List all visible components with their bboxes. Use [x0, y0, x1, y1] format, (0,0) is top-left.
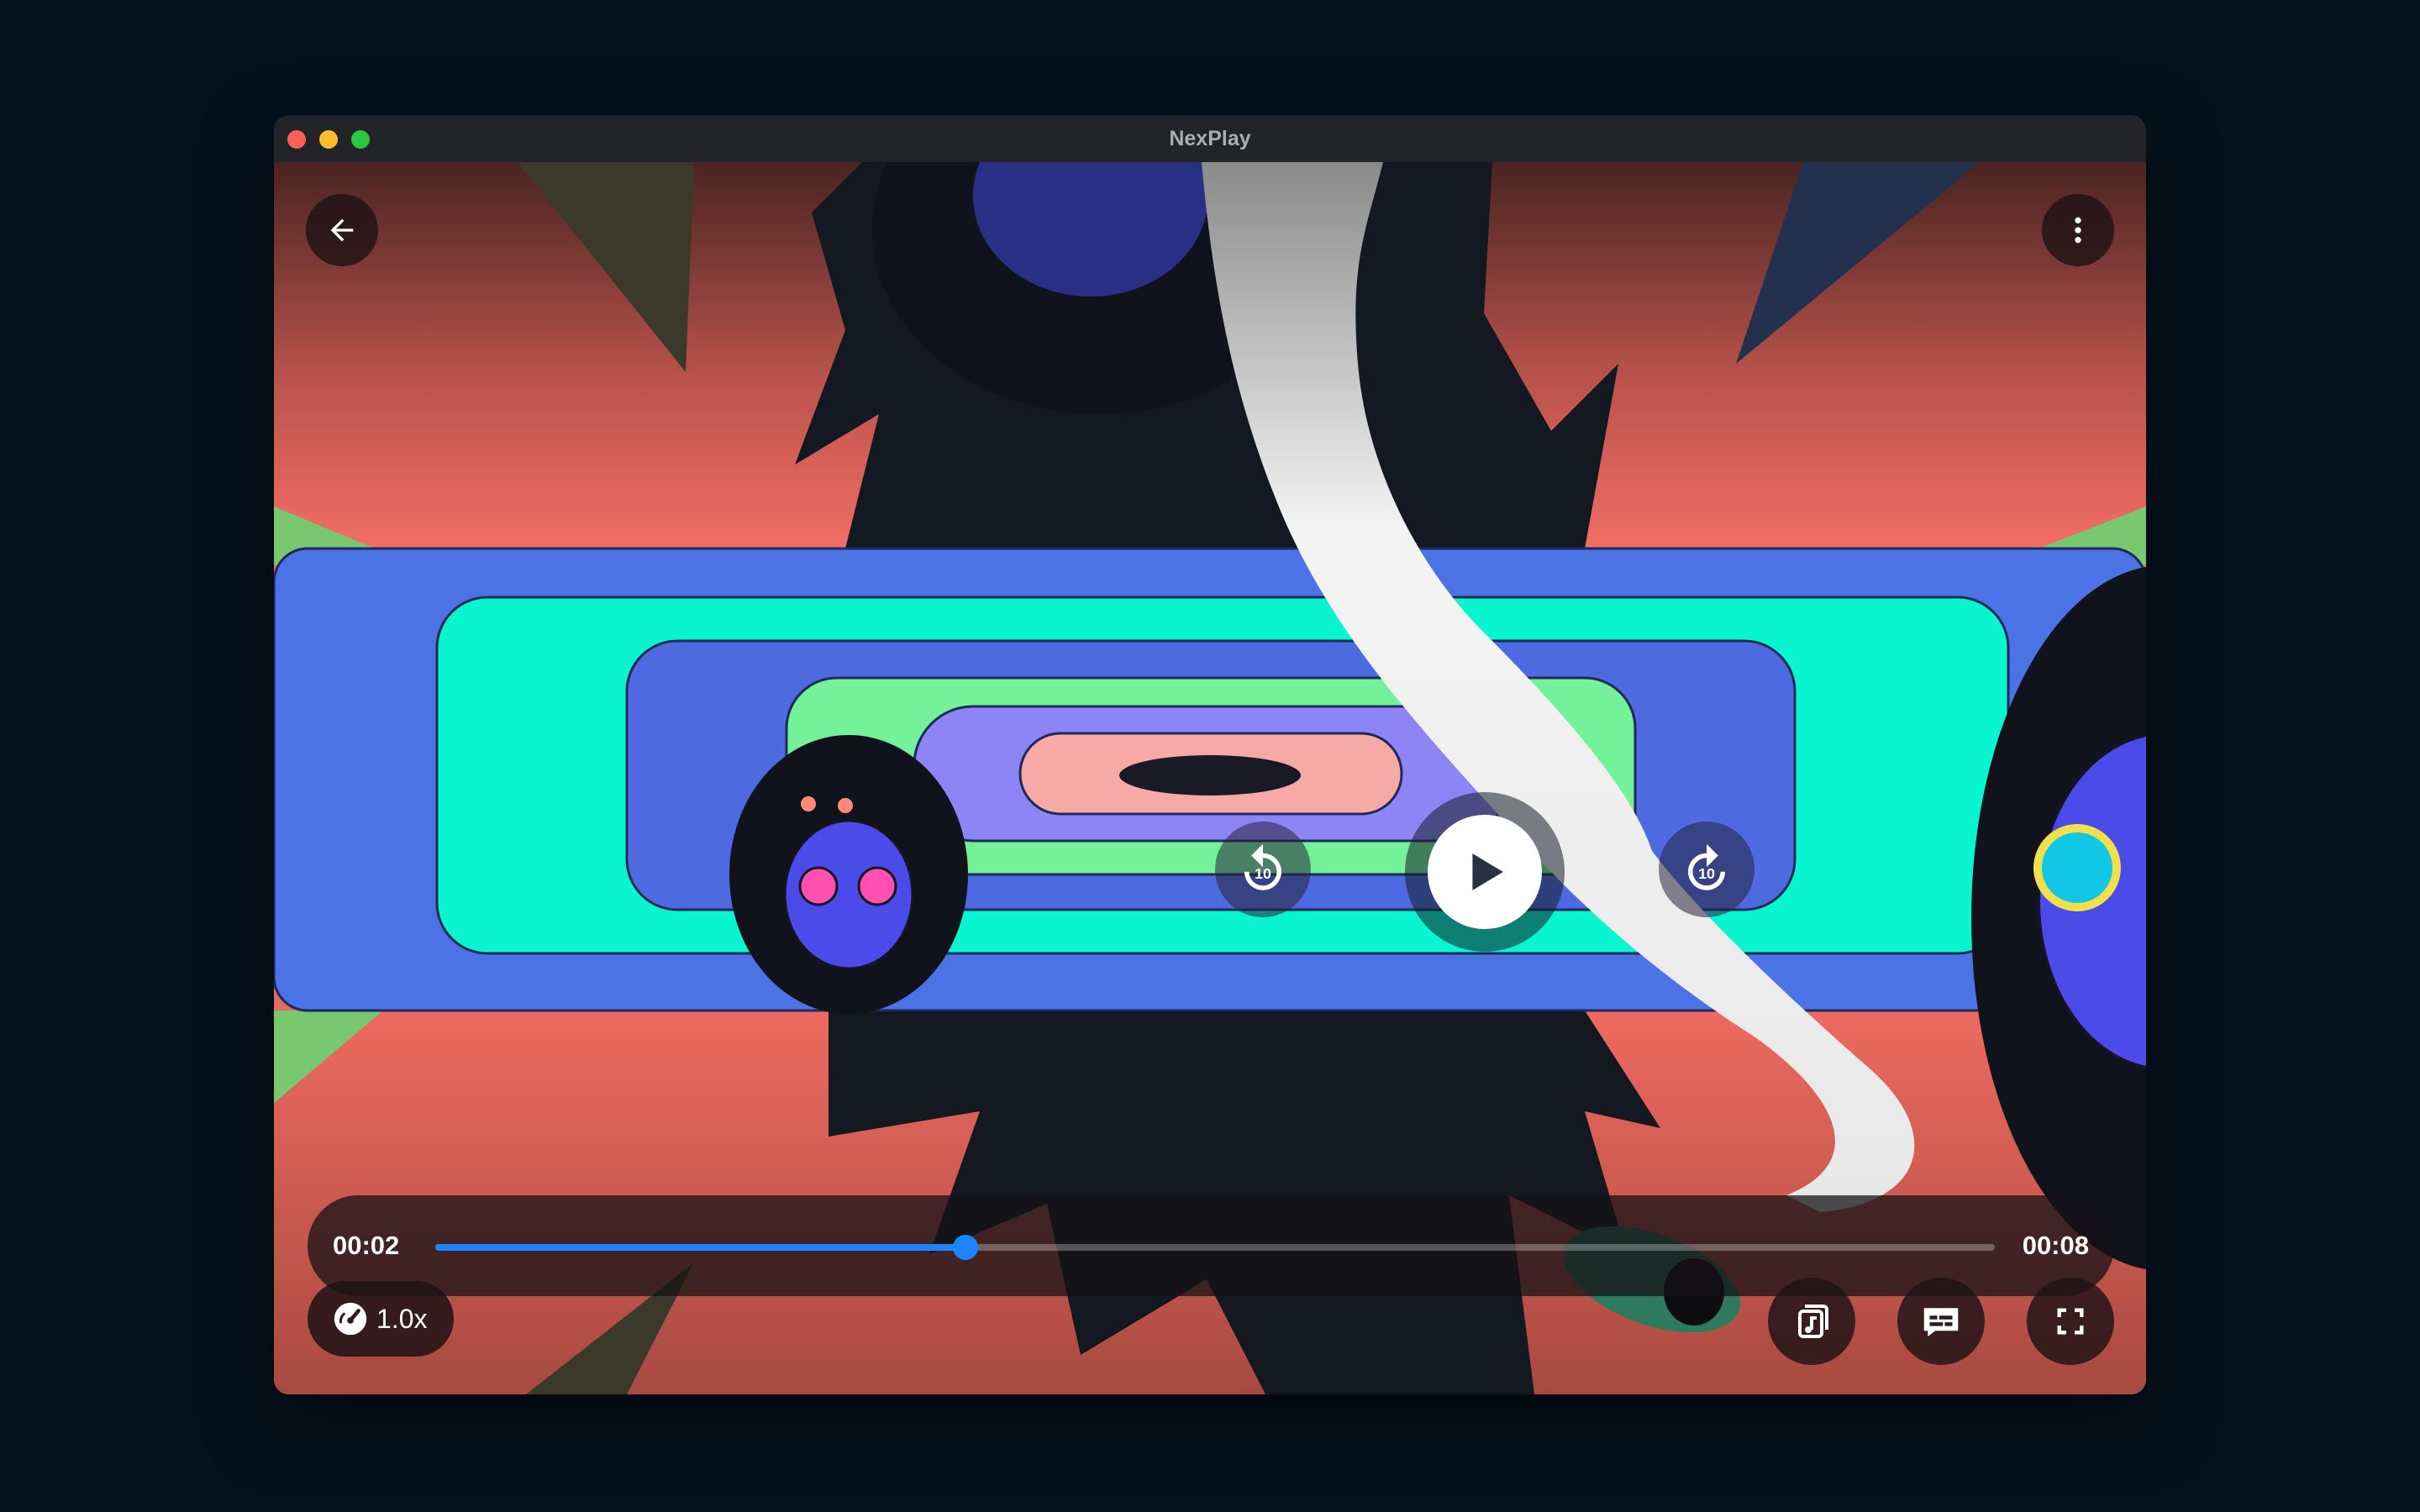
play-icon — [1472, 853, 1503, 890]
rewind-seconds-label: 10 — [1255, 865, 1271, 882]
fullscreen-button[interactable] — [2027, 1278, 2114, 1365]
seek-progress — [435, 1244, 966, 1251]
seek-track[interactable] — [435, 1235, 1995, 1260]
title-bar: NexPlay — [274, 115, 2146, 164]
more-options-button[interactable] — [2042, 194, 2114, 266]
back-button[interactable] — [306, 194, 378, 266]
seek-handle[interactable] — [953, 1235, 979, 1260]
arrow-left-icon — [330, 218, 354, 242]
vertical-ellipsis-icon — [2075, 217, 2081, 244]
rewind-10-button[interactable]: 10 — [1215, 822, 1311, 917]
audio-track-button[interactable] — [1768, 1278, 1855, 1365]
progress-bar: 00:02 00:08 — [308, 1195, 2114, 1296]
play-button[interactable] — [1405, 792, 1565, 952]
player-window: NexPlay 10 10 00:02 00:08 1.0x — [274, 115, 2146, 1394]
fullscreen-icon — [2057, 1308, 2084, 1335]
audio-track-icon — [1798, 1305, 1828, 1338]
replay-10-icon: 10 — [1244, 843, 1281, 890]
subtitles-button[interactable] — [1897, 1278, 1985, 1365]
video-area[interactable]: 10 10 00:02 00:08 1.0x — [274, 162, 2146, 1394]
forward-seconds-label: 10 — [1698, 865, 1715, 882]
speedometer-icon — [334, 1302, 367, 1336]
speed-label: 1.0x — [376, 1304, 428, 1334]
forward-10-button[interactable]: 10 — [1659, 822, 1754, 917]
playback-speed-button[interactable]: 1.0x — [308, 1281, 454, 1357]
window-title: NexPlay — [1169, 127, 1251, 150]
play-button-face — [1428, 815, 1542, 929]
subtitles-icon — [1923, 1308, 1959, 1336]
forward-10-icon: 10 — [1688, 843, 1725, 890]
